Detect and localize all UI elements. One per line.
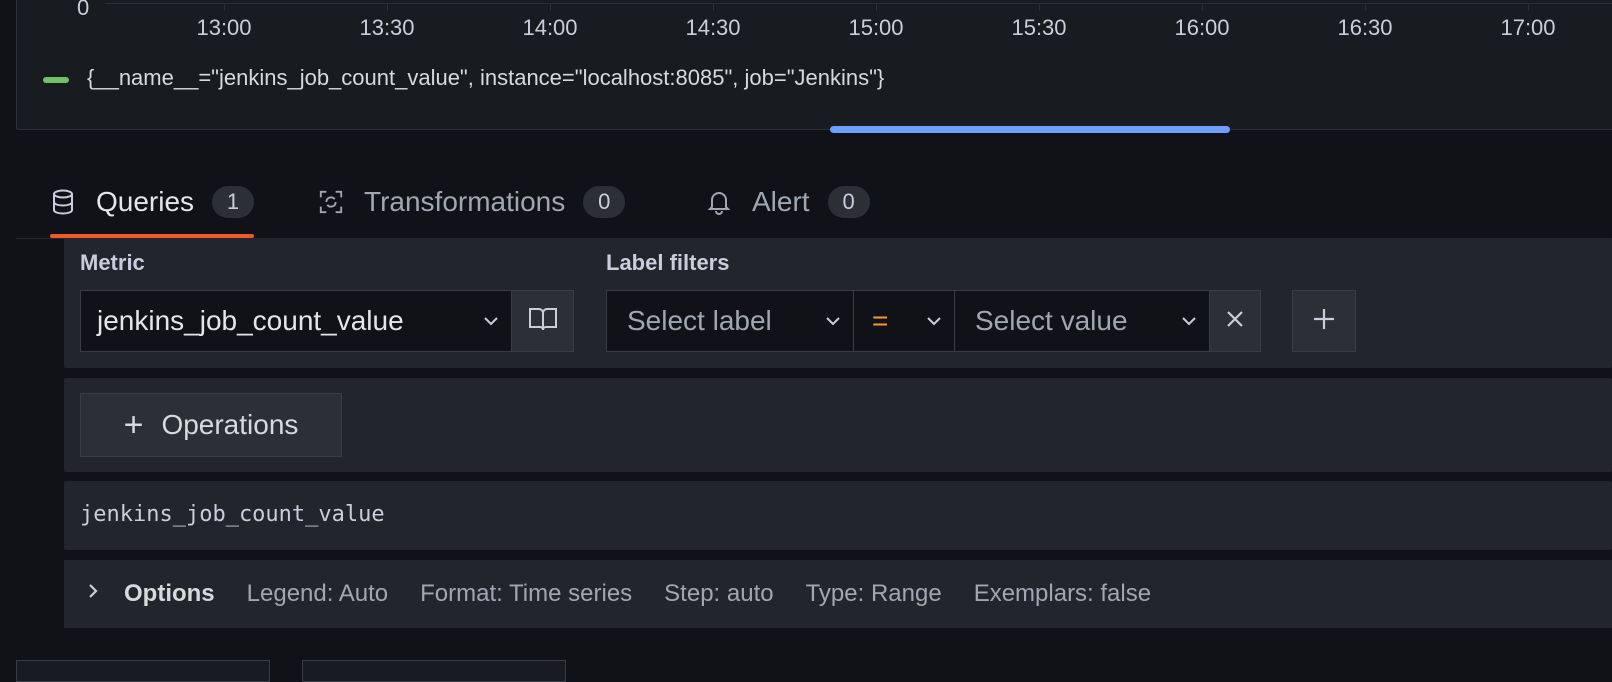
x-axis-tick bbox=[713, 3, 714, 11]
close-icon bbox=[1225, 309, 1245, 334]
x-axis-tick bbox=[876, 3, 877, 11]
bell-icon bbox=[706, 189, 732, 215]
x-axis-tick-label: 14:00 bbox=[522, 15, 578, 40]
legend-series-label[interactable]: {__name__="jenkins_job_count_value", ins… bbox=[87, 65, 884, 91]
tab-alert-count: 0 bbox=[827, 186, 870, 218]
operator-value: = bbox=[872, 305, 889, 336]
x-axis-tick bbox=[1528, 3, 1529, 11]
tab-queries-label: Queries bbox=[96, 186, 195, 217]
add-operations-button[interactable]: + Operations bbox=[80, 393, 342, 457]
tab-transformations-label: Transformations bbox=[364, 186, 566, 217]
operations-button-label: Operations bbox=[161, 409, 299, 440]
x-axis-tick-label: 15:30 bbox=[1011, 15, 1067, 40]
x-axis-tick bbox=[1039, 3, 1040, 11]
option-legend: Legend: Auto bbox=[246, 580, 389, 607]
panel-resize-splitter[interactable] bbox=[830, 126, 1230, 133]
metric-select[interactable]: jenkins_job_count_value bbox=[80, 290, 512, 352]
bottom-button-left[interactable] bbox=[16, 660, 270, 682]
graph-panel: 0 13:00 13:30 14:00 14:30 15:00 15:30 16:00 16:… bbox=[16, 0, 1612, 130]
tab-queries-count: 1 bbox=[212, 186, 255, 218]
label-select-placeholder: Select label bbox=[627, 305, 772, 336]
bottom-button-right[interactable] bbox=[302, 660, 566, 682]
add-filter-button[interactable] bbox=[1292, 290, 1356, 352]
option-exemplars: Exemplars: false bbox=[973, 580, 1152, 607]
x-axis-tick-label: 14:30 bbox=[685, 15, 741, 40]
value-select-placeholder: Select value bbox=[975, 305, 1128, 336]
metrics-explorer-button[interactable] bbox=[511, 290, 574, 352]
options-row[interactable]: Options Legend: Auto Format: Time series… bbox=[64, 560, 1612, 628]
raw-query-text: jenkins_job_count_value bbox=[80, 502, 385, 527]
chevron-down-icon bbox=[914, 315, 954, 327]
tab-alert[interactable]: Alert 0 bbox=[706, 168, 870, 236]
tab-queries[interactable]: Queries 1 bbox=[50, 168, 255, 238]
tab-transformations[interactable]: Transformations 0 bbox=[318, 168, 626, 236]
plus-icon bbox=[1312, 307, 1336, 336]
x-axis-tick-label: 15:00 bbox=[848, 15, 904, 40]
y-axis-zero-label: 0 bbox=[77, 0, 90, 20]
query-tabs: Queries 1 Transformations 0 Alert 0 bbox=[16, 168, 1612, 239]
metric-select-value: jenkins_job_count_value bbox=[97, 305, 404, 336]
tab-alert-label: Alert bbox=[752, 186, 810, 217]
chevron-down-icon bbox=[813, 315, 853, 327]
options-title: Options bbox=[124, 580, 215, 607]
legend-series-swatch[interactable] bbox=[43, 77, 69, 83]
book-open-icon bbox=[528, 306, 558, 337]
x-axis-tick-label: 13:30 bbox=[359, 15, 415, 40]
option-format: Format: Time series bbox=[420, 580, 633, 607]
x-axis-line bbox=[105, 3, 1612, 4]
metric-label: Metric bbox=[80, 250, 145, 275]
chevron-down-icon bbox=[1169, 315, 1209, 327]
database-icon bbox=[50, 189, 76, 215]
chevron-down-icon bbox=[471, 315, 511, 327]
x-axis-tick-label: 17:00 bbox=[1500, 15, 1556, 40]
plus-icon: + bbox=[123, 405, 144, 444]
x-axis-tick bbox=[550, 3, 551, 11]
x-axis-tick bbox=[387, 3, 388, 11]
label-select[interactable]: Select label bbox=[606, 290, 854, 352]
x-axis-tick bbox=[224, 3, 225, 11]
value-select[interactable]: Select value bbox=[954, 290, 1210, 352]
option-type: Type: Range bbox=[805, 580, 942, 607]
label-filters-label: Label filters bbox=[606, 250, 730, 275]
x-axis-tick bbox=[1365, 3, 1366, 11]
x-axis-tick bbox=[1202, 3, 1203, 11]
x-axis-tick-label: 13:00 bbox=[196, 15, 252, 40]
operator-select[interactable]: = bbox=[853, 290, 955, 352]
x-axis-tick-label: 16:00 bbox=[1174, 15, 1230, 40]
transform-icon bbox=[318, 189, 344, 215]
x-axis-tick-label: 16:30 bbox=[1337, 15, 1393, 40]
option-step: Step: auto bbox=[664, 580, 774, 607]
chevron-right-icon[interactable] bbox=[86, 580, 116, 608]
remove-filter-button[interactable] bbox=[1209, 290, 1261, 352]
tab-transformations-count: 0 bbox=[583, 186, 626, 218]
